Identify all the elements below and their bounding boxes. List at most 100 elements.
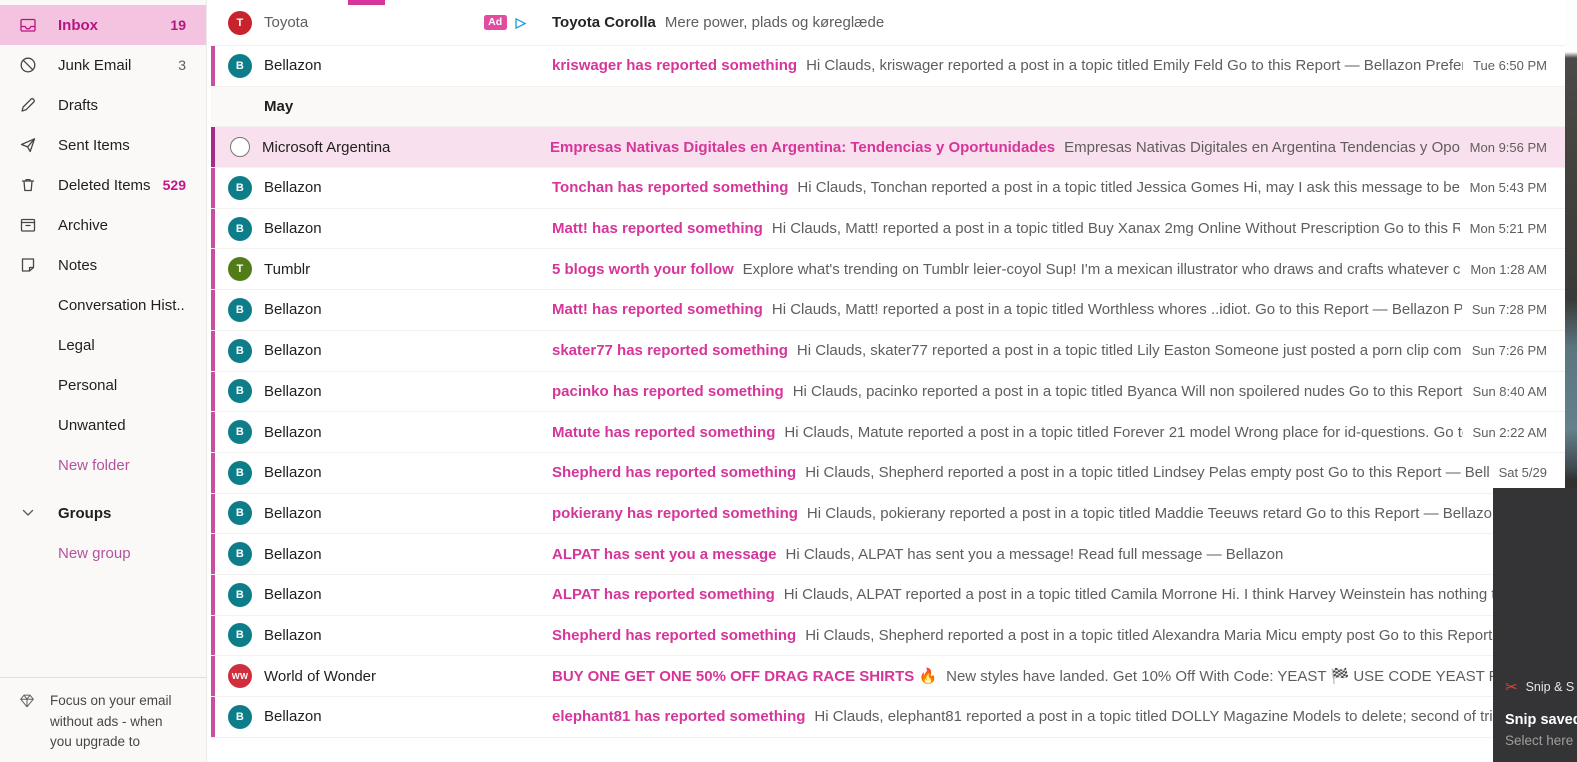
folder-label: Inbox [58, 16, 98, 34]
ad-row[interactable]: T Toyota Ad ▷ Toyota Corolla Mere power,… [211, 0, 1577, 46]
month-group-header[interactable]: May [211, 86, 1577, 128]
email-row[interactable]: B Bellazon skater77 has reported somethi… [211, 330, 1577, 372]
email-row[interactable]: B Bellazon elephant81 has reported somet… [211, 697, 1577, 738]
email-preview: Hi Clauds, ALPAT reported a post in a to… [783, 586, 1537, 604]
email-time: Sat 5/29 [1498, 465, 1547, 481]
snip-sketch-notification[interactable]: ✂ Snip & S Snip saved Select here [1493, 488, 1577, 762]
email-subject: skater77 has reported something [552, 342, 788, 360]
email-preview: New styles have landed. Get 10% Off With… [946, 668, 1537, 686]
sidebar-item-archive[interactable]: Archive [0, 205, 206, 245]
trash-icon [18, 175, 38, 195]
sender-name: World of Wonder [264, 667, 376, 685]
email-row[interactable]: B Bellazon kriswager has reported someth… [211, 46, 1577, 87]
sender-name: Bellazon [264, 179, 322, 197]
email-row[interactable]: B Bellazon Shepherd has reported somethi… [211, 452, 1577, 494]
email-row[interactable]: B Bellazon Matute has reported something… [211, 412, 1577, 453]
email-row[interactable]: B Bellazon ALPAT has reported something … [211, 574, 1577, 616]
email-row[interactable]: WW World of Wonder BUY ONE GET ONE 50% O… [211, 656, 1577, 697]
folder-label: Personal [58, 376, 118, 394]
avatar[interactable]: B [228, 704, 252, 729]
unread-indicator [211, 249, 215, 290]
avatar[interactable]: B [228, 338, 252, 363]
avatar[interactable]: B [228, 582, 252, 607]
active-tab-indicator [348, 0, 385, 5]
email-preview: Hi Clauds, Tonchan reported a post in a … [797, 179, 1460, 197]
unread-indicator [211, 371, 215, 412]
groups-section-header[interactable]: Groups [0, 493, 206, 533]
sender-name: Bellazon [264, 464, 322, 482]
outlook-mail-window: Inbox 19 Junk Email 3 Drafts Sent Items … [0, 0, 1577, 762]
ad-badge: Ad [483, 14, 507, 31]
avatar[interactable]: B [228, 623, 252, 648]
unread-indicator [211, 656, 215, 696]
avatar[interactable]: B [228, 420, 252, 445]
avatar[interactable]: B [228, 501, 252, 526]
sender-name: Bellazon [264, 342, 322, 360]
unread-indicator [211, 412, 215, 452]
toast-app-name: Snip & S [1525, 680, 1575, 694]
avatar[interactable]: B [228, 297, 252, 322]
email-row-selected[interactable]: Microsoft Argentina Empresas Nativas Dig… [211, 127, 1577, 169]
email-preview: Hi Clauds, elephant81 reported a post in… [814, 708, 1537, 726]
sidebar-item-deleted-items[interactable]: Deleted Items 529 [0, 165, 206, 205]
folder-sidebar: Inbox 19 Junk Email 3 Drafts Sent Items … [0, 0, 207, 762]
sidebar-item-notes[interactable]: Notes [0, 245, 206, 285]
folder-count: 3 [178, 57, 186, 73]
unread-indicator [211, 46, 215, 86]
email-row[interactable]: B Bellazon pacinko has reported somethin… [211, 371, 1577, 413]
sidebar-item-junk-email[interactable]: Junk Email 3 [0, 45, 206, 85]
select-radio[interactable] [230, 137, 250, 158]
email-preview: Empresas Nativas Digitales en Argentina … [1064, 138, 1460, 156]
avatar[interactable]: B [228, 53, 252, 78]
email-row[interactable]: B Bellazon ALPAT has sent you a message … [211, 534, 1577, 575]
email-subject: Tonchan has reported something [552, 179, 789, 197]
unread-indicator [211, 615, 215, 656]
junk-icon [18, 55, 38, 75]
sender-name: Bellazon [264, 708, 322, 726]
email-preview: Hi Clauds, kriswager reported a post in … [806, 57, 1464, 75]
new-group-button[interactable]: New group [0, 533, 206, 573]
avatar[interactable]: B [228, 175, 252, 200]
upgrade-ad-free-banner[interactable]: Focus on your email without ads - when y… [0, 677, 206, 762]
avatar[interactable]: B [228, 542, 252, 567]
unread-indicator [211, 574, 215, 615]
avatar[interactable]: T [228, 257, 252, 282]
avatar[interactable]: WW [228, 664, 252, 689]
sender-name: Tumblr [264, 260, 311, 278]
sender-name: Microsoft Argentina [262, 138, 391, 156]
email-row[interactable]: B Bellazon Matt! has reported something … [211, 208, 1577, 250]
email-preview: Explore what's trending on Tumblr leier-… [742, 260, 1461, 278]
email-time: Mon 5:21 PM [1469, 221, 1547, 237]
email-row[interactable]: B Bellazon Tonchan has reported somethin… [211, 168, 1577, 209]
sidebar-item-personal[interactable]: Personal [0, 365, 206, 405]
groups-label: Groups [58, 504, 112, 522]
sidebar-item-sent-items[interactable]: Sent Items [0, 125, 206, 165]
sender-name: Bellazon [264, 301, 322, 319]
folder-label: Legal [58, 336, 95, 354]
sidebar-item-unwanted[interactable]: Unwanted [0, 405, 206, 445]
adchoices-icon[interactable]: ▷ [516, 15, 526, 31]
email-row[interactable]: T Tumblr 5 blogs worth your follow Explo… [211, 249, 1577, 291]
avatar[interactable]: T [228, 10, 252, 35]
email-subject: elephant81 has reported something [552, 708, 806, 726]
email-row[interactable]: B Bellazon pokierany has reported someth… [211, 493, 1577, 535]
email-subject: ALPAT has sent you a message [552, 545, 777, 563]
sidebar-item-legal[interactable]: Legal [0, 325, 206, 365]
sidebar-item-drafts[interactable]: Drafts [0, 85, 206, 125]
email-row[interactable]: B Bellazon Shepherd has reported somethi… [211, 615, 1577, 657]
email-time: Tue 6:50 PM [1473, 58, 1547, 74]
folder-label: Drafts [58, 96, 99, 114]
avatar[interactable]: B [228, 216, 252, 241]
avatar[interactable]: B [228, 460, 252, 485]
avatar[interactable]: B [228, 379, 252, 404]
email-row[interactable]: B Bellazon Matt! has reported something … [211, 290, 1577, 331]
new-folder-button[interactable]: New folder [0, 445, 206, 485]
toast-subtitle[interactable]: Select here [1505, 733, 1573, 748]
upgrade-text: Focus on your email without ads - when y… [50, 693, 172, 749]
email-time: Sun 8:40 AM [1472, 383, 1547, 399]
email-preview: Hi Clauds, Shepherd reported a post in a… [805, 464, 1489, 482]
sidebar-item-conversation-history[interactable]: Conversation Hist... [0, 285, 206, 325]
sidebar-item-inbox[interactable]: Inbox 19 [0, 5, 206, 45]
email-time: Mon 5:43 PM [1469, 180, 1547, 196]
unread-indicator [211, 493, 215, 534]
